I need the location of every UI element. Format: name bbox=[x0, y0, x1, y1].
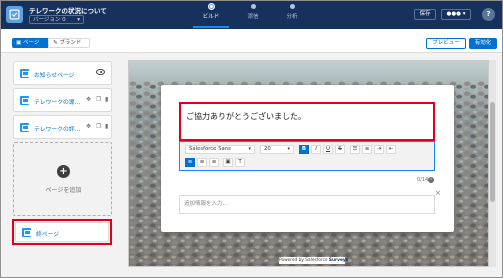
clear-format-icon[interactable]: T bbox=[235, 158, 245, 167]
delete-icon[interactable]: ▮ bbox=[105, 123, 108, 130]
align-left-icon[interactable]: ≡ bbox=[185, 158, 195, 167]
highlight-end-page bbox=[12, 219, 112, 245]
close-icon[interactable]: × bbox=[435, 189, 441, 197]
outdent-icon[interactable]: ⇤ bbox=[386, 145, 396, 154]
page-icon bbox=[20, 123, 29, 132]
page-icon: ▣ bbox=[16, 40, 23, 46]
page-icon bbox=[20, 96, 29, 105]
bold-icon[interactable]: B bbox=[299, 145, 309, 154]
move-icon[interactable]: ✥ bbox=[86, 123, 91, 130]
chevron-down-icon: ▾ bbox=[248, 146, 251, 152]
tab-send-label: 添信 bbox=[247, 14, 259, 20]
strikethrough-icon[interactable]: S bbox=[335, 145, 345, 154]
font-size-select[interactable]: 20 ▾ bbox=[260, 145, 294, 154]
chevron-down-icon: ▾ bbox=[287, 146, 290, 152]
tab-build-dot bbox=[208, 4, 214, 9]
info-icon[interactable]: i bbox=[428, 177, 434, 183]
numbered-list-icon[interactable]: ≡ bbox=[362, 145, 372, 154]
save-button[interactable]: 保存 bbox=[414, 9, 436, 20]
activate-button[interactable]: 有効化 bbox=[469, 38, 497, 49]
highlight-thank-you bbox=[179, 102, 435, 141]
powered-by-label: Powered by Salesforce Surveys bbox=[279, 257, 349, 264]
page-tab-button[interactable]: ▣ ページ bbox=[12, 38, 48, 48]
bulleted-list-icon[interactable]: ☰ bbox=[350, 145, 360, 154]
version-select[interactable]: バージョン 0 ▾ bbox=[29, 15, 84, 24]
character-counter: 0/14 bbox=[417, 177, 429, 183]
font-family-value: Salesforce Sans bbox=[189, 146, 231, 152]
copy-icon[interactable]: ❐ bbox=[96, 96, 101, 103]
additional-info-placeholder: 追加情報を入力... bbox=[184, 201, 228, 207]
survey-app-icon bbox=[6, 6, 23, 23]
move-icon[interactable]: ✥ bbox=[86, 96, 91, 103]
more-actions-button[interactable]: ●●● ▾ bbox=[441, 9, 471, 20]
add-page-button[interactable]: + ページを追加 bbox=[13, 142, 112, 216]
tab-analyze[interactable]: 分析 bbox=[273, 4, 311, 20]
app-header: テレワークの状況について バージョン 0 ▾ ビルド 添信 分析 保存 ●●● … bbox=[1, 1, 502, 29]
help-icon[interactable]: ? bbox=[482, 8, 495, 21]
tab-analyze-label: 分析 bbox=[286, 14, 298, 20]
chevron-down-icon: ▾ bbox=[77, 17, 80, 23]
survey-title: テレワークの状況について bbox=[29, 7, 107, 15]
delete-icon[interactable]: ▮ bbox=[105, 96, 108, 103]
indent-icon[interactable]: ⇥ bbox=[374, 145, 384, 154]
preview-button[interactable]: プレビュー bbox=[426, 38, 466, 49]
page-item-label: テレワークの導… bbox=[34, 100, 80, 106]
tab-build[interactable]: ビルド bbox=[192, 4, 230, 20]
powered-by-brand: Surveys bbox=[328, 258, 349, 263]
font-family-select[interactable]: Salesforce Sans ▾ bbox=[185, 145, 255, 154]
canvas-scrollbar[interactable] bbox=[489, 60, 496, 267]
brand-tab-button[interactable]: ✎ ブランド bbox=[48, 38, 90, 48]
scrollbar-thumb[interactable] bbox=[490, 102, 495, 202]
eye-icon[interactable] bbox=[96, 69, 105, 75]
image-icon[interactable]: ▣ bbox=[223, 158, 233, 167]
additional-info-input[interactable]: 追加情報を入力... bbox=[179, 195, 435, 214]
align-right-icon[interactable]: ≡ bbox=[209, 158, 219, 167]
tab-send-dot bbox=[250, 4, 256, 9]
italic-icon[interactable]: I bbox=[311, 145, 321, 154]
tab-build-label: ビルド bbox=[202, 14, 220, 20]
page-item-welcome[interactable]: お知らせページ bbox=[13, 61, 112, 85]
brand-tab-label: ブランド bbox=[59, 40, 82, 46]
add-page-label: ページを追加 bbox=[45, 187, 82, 194]
survey-builder-window: テレワークの状況について バージョン 0 ▾ ビルド 添信 分析 保存 ●●● … bbox=[0, 0, 503, 278]
page-item-label: お知らせページ bbox=[34, 73, 75, 79]
page-icon bbox=[20, 69, 29, 78]
font-size-value: 20 bbox=[264, 146, 271, 152]
page-item-telework-intro[interactable]: テレワークの導… ✥ ❐ ▮ bbox=[13, 88, 112, 112]
tab-analyze-dot bbox=[289, 4, 295, 9]
underline-icon[interactable]: U bbox=[323, 145, 333, 154]
version-label: バージョン 0 bbox=[33, 17, 66, 23]
copy-icon[interactable]: ❐ bbox=[96, 123, 101, 130]
powered-by-prefix: Powered by Salesforce bbox=[279, 258, 329, 263]
tab-send[interactable]: 添信 bbox=[234, 4, 272, 20]
align-center-icon[interactable]: ≡ bbox=[197, 158, 207, 167]
page-item-label: テレワークの評… bbox=[34, 127, 80, 133]
add-icon: + bbox=[57, 165, 70, 178]
page-tab-label: ページ bbox=[22, 40, 40, 46]
page-item-telework-eval[interactable]: テレワークの評… ✥ ❐ ▮ bbox=[13, 115, 112, 139]
active-tab-indicator bbox=[193, 26, 229, 28]
